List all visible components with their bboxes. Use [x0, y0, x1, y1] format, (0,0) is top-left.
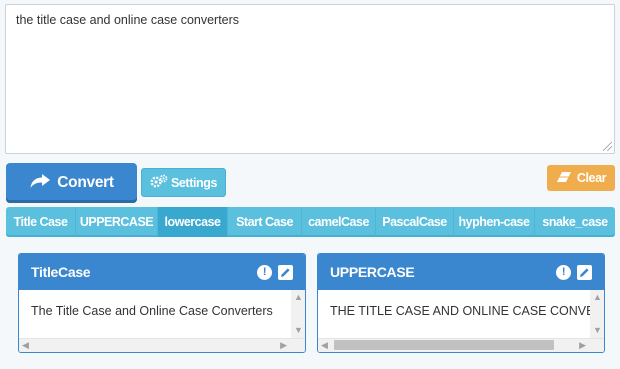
panel-title: TitleCase — [31, 264, 91, 280]
tab-uppercase[interactable]: UPPERCASE — [76, 207, 158, 237]
tab-camel-case[interactable]: camelCase — [302, 207, 376, 237]
scroll-right-icon[interactable]: ▶ — [579, 341, 586, 350]
scroll-down-icon[interactable]: ▼ — [593, 326, 602, 335]
settings-label: Settings — [170, 175, 218, 190]
tab-start-case[interactable]: Start Case — [228, 207, 302, 237]
vertical-scrollbar[interactable]: ▲ ▼ — [291, 290, 305, 338]
pencil-icon[interactable] — [278, 264, 293, 280]
clear-button[interactable]: Clear — [547, 165, 615, 191]
vertical-scrollbar[interactable]: ▲ ▼ — [590, 290, 604, 338]
tab-lowercase[interactable]: lowercase — [158, 207, 228, 237]
scroll-left-icon[interactable]: ◀ — [22, 341, 29, 350]
resize-handle[interactable] — [603, 142, 612, 151]
panel-output[interactable]: The Title Case and Online Case Converter… — [19, 290, 305, 352]
gears-icon — [150, 174, 168, 191]
pencil-icon[interactable] — [577, 264, 592, 280]
share-arrow-icon — [29, 173, 51, 194]
panel-title: UPPERCASE — [330, 264, 415, 280]
convert-label: Convert — [57, 174, 114, 191]
scroll-left-icon[interactable]: ◀ — [321, 341, 328, 350]
exclamation-circle-icon[interactable]: ! — [556, 264, 571, 280]
convert-button[interactable]: Convert — [6, 163, 137, 203]
tab-hyphen-case[interactable]: hyphen-case — [454, 207, 535, 237]
scroll-right-icon[interactable]: ▶ — [280, 341, 287, 350]
input-text: the title case and online case converter… — [16, 13, 240, 27]
tab-title-case[interactable]: Title Case — [6, 207, 76, 237]
panel-header: UPPERCASE ! — [318, 254, 604, 290]
exclamation-circle-icon[interactable]: ! — [257, 264, 272, 280]
output-text: The Title Case and Online Case Converter… — [31, 304, 273, 318]
input-textarea[interactable]: the title case and online case converter… — [5, 4, 615, 154]
panel-header: TitleCase ! — [19, 254, 305, 290]
scrollbar-thumb[interactable] — [334, 340, 554, 350]
settings-button[interactable]: Settings — [141, 168, 226, 197]
scroll-up-icon[interactable]: ▲ — [294, 293, 303, 302]
scroll-down-icon[interactable]: ▼ — [294, 326, 303, 335]
clear-label: Clear — [576, 171, 607, 185]
horizontal-scrollbar[interactable]: ◀ ▶ — [318, 338, 604, 352]
tab-pascal-case[interactable]: PascalCase — [376, 207, 454, 237]
titlecase-panel: TitleCase ! The Title Case and Online Ca… — [18, 253, 306, 353]
uppercase-panel: UPPERCASE ! THE TITLE CASE AND ONLINE CA… — [317, 253, 605, 353]
scroll-up-icon[interactable]: ▲ — [593, 293, 602, 302]
eraser-icon — [556, 171, 572, 186]
case-tabs: Title Case UPPERCASE lowercase Start Cas… — [6, 207, 615, 237]
output-text: THE TITLE CASE AND ONLINE CASE CONVERTER… — [330, 304, 604, 318]
horizontal-scrollbar[interactable]: ◀ ▶ — [19, 338, 305, 352]
panel-output[interactable]: THE TITLE CASE AND ONLINE CASE CONVERTER… — [318, 290, 604, 352]
tab-snake-case[interactable]: snake_case — [535, 207, 615, 237]
